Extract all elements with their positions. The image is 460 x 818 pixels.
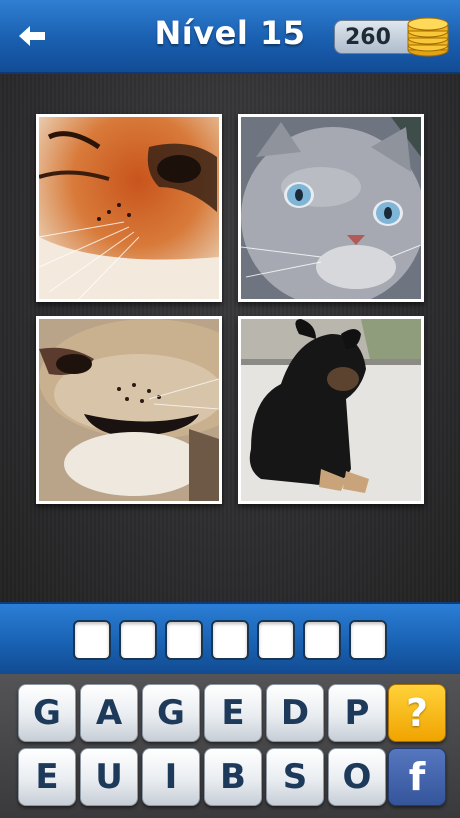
letter-key[interactable]: D [266, 684, 324, 742]
answer-slot[interactable] [73, 620, 111, 660]
letter-key[interactable]: E [18, 748, 76, 806]
letter-key[interactable]: G [18, 684, 76, 742]
letter-key[interactable]: E [204, 684, 262, 742]
letter-key[interactable]: U [80, 748, 138, 806]
letter-keyboard: G A G E D P ? E U I B S O f [0, 674, 460, 818]
coin-count: 260 [345, 25, 391, 50]
answer-slot[interactable] [119, 620, 157, 660]
puzzle-area [0, 74, 460, 602]
coin-stack-icon [407, 17, 449, 57]
hint-button[interactable]: ? [388, 684, 446, 742]
answer-slot[interactable] [303, 620, 341, 660]
answer-bar [0, 602, 460, 676]
letter-key[interactable]: S [266, 748, 324, 806]
top-bar: Nível 15 260 [0, 0, 460, 74]
lion-muzzle-photo[interactable] [36, 316, 222, 504]
letter-key[interactable]: I [142, 748, 200, 806]
gray-cat-photo[interactable] [238, 114, 424, 302]
answer-slot[interactable] [211, 620, 249, 660]
black-dog-photo[interactable] [238, 316, 424, 504]
letter-key[interactable]: O [328, 748, 386, 806]
letter-key[interactable]: A [80, 684, 138, 742]
answer-slot[interactable] [165, 620, 203, 660]
letter-key[interactable]: G [142, 684, 200, 742]
letter-key[interactable]: P [328, 684, 386, 742]
answer-slot[interactable] [349, 620, 387, 660]
facebook-share-button[interactable]: f [388, 748, 446, 806]
tiger-nose-photo[interactable] [36, 114, 222, 302]
answer-slot[interactable] [257, 620, 295, 660]
letter-key[interactable]: B [204, 748, 262, 806]
